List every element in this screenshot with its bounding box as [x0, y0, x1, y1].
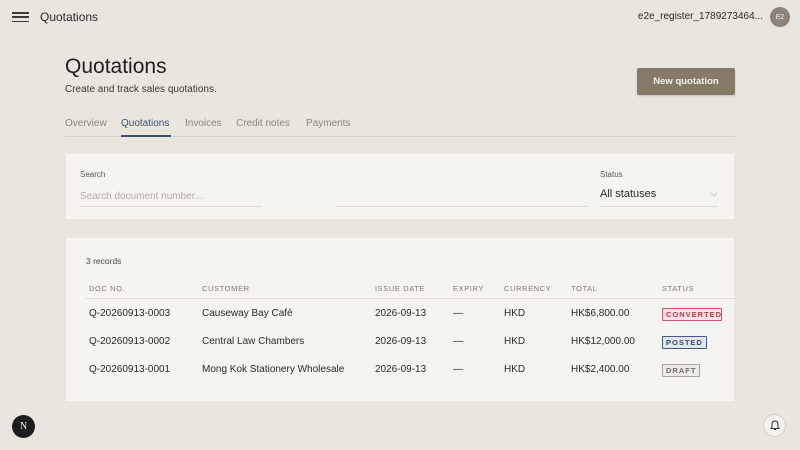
user-name[interactable]: e2e_register_1789273464... [638, 11, 763, 22]
doc-no-cell: Q-20260913-0003 [89, 308, 171, 319]
customer-cell: Central Law Chambers [202, 336, 305, 347]
currency-cell: HKD [504, 364, 526, 375]
chevron-down-icon [710, 192, 718, 197]
new-quotation-button[interactable]: New quotation [637, 68, 735, 95]
tab-quotations[interactable]: Quotations [121, 118, 169, 129]
page-title: Quotations [65, 55, 167, 78]
expiry-cell: — [453, 308, 463, 319]
currency-cell: HKD [504, 308, 526, 319]
doc-no-cell: Q-20260913-0002 [89, 336, 171, 347]
dev-tools-button[interactable]: N [12, 415, 35, 438]
status-badge: POSTED [662, 336, 707, 349]
column-header-currency[interactable]: CURRENCY [504, 284, 551, 293]
table-row[interactable]: Q-20260913-0003 Causeway Bay Café 2026-0… [66, 301, 736, 329]
status-badge: CONVERTED [662, 308, 722, 321]
currency-cell: HKD [504, 336, 526, 347]
column-header-doc-no[interactable]: DOC NO. [89, 284, 125, 293]
tab-payments[interactable]: Payments [306, 118, 350, 129]
app-title: Quotations [40, 10, 99, 24]
issue-date-cell: 2026-09-13 [375, 364, 427, 375]
bell-icon [769, 420, 780, 430]
total-cell: HK$12,000.00 [571, 336, 635, 347]
status-label: Status [600, 170, 623, 179]
status-select-value: All statuses [600, 188, 657, 200]
tab-credit-notes[interactable]: Credit notes [236, 118, 290, 129]
total-cell: HK$2,400.00 [571, 364, 630, 375]
table-row[interactable]: Q-20260913-0001 Mong Kok Stationery Whol… [66, 357, 736, 385]
expiry-cell: — [453, 364, 463, 375]
search-input[interactable] [80, 186, 262, 207]
total-cell: HK$6,800.00 [571, 308, 630, 319]
quotations-table: 3 records DOC NO. CUSTOMER ISSUE DATE EX… [65, 237, 736, 402]
tab-overview[interactable]: Overview [65, 118, 107, 129]
column-header-issue-date[interactable]: ISSUE DATE [375, 284, 425, 293]
header-divider [86, 298, 736, 299]
page-subtitle: Create and track sales quotations. [65, 84, 217, 95]
doc-no-cell: Q-20260913-0001 [89, 364, 171, 375]
customer-cell: Mong Kok Stationery Wholesale [202, 364, 345, 375]
issue-date-cell: 2026-09-13 [375, 336, 427, 347]
top-bar: Quotations e2e_register_1789273464... E2 [0, 0, 800, 34]
issue-date-cell: 2026-09-13 [375, 308, 427, 319]
avatar[interactable]: E2 [770, 7, 790, 27]
expiry-cell: — [453, 336, 463, 347]
column-header-total[interactable]: TOTAL [571, 284, 597, 293]
menu-icon[interactable] [12, 12, 29, 23]
notifications-button[interactable] [763, 414, 786, 437]
tab-bar: Overview Quotations Invoices Credit note… [65, 113, 735, 137]
filter-card: Search Status All statuses [65, 153, 735, 220]
column-header-status[interactable]: STATUS [662, 284, 694, 293]
search-label: Search [80, 170, 106, 179]
records-count: 3 records [86, 256, 122, 266]
filter-divider [336, 206, 588, 207]
table-row[interactable]: Q-20260913-0002 Central Law Chambers 202… [66, 329, 736, 357]
column-header-expiry[interactable]: EXPIRY [453, 284, 484, 293]
active-tab-indicator [121, 135, 171, 137]
status-select[interactable]: All statuses [600, 186, 718, 207]
status-badge: DRAFT [662, 364, 701, 377]
tab-invoices[interactable]: Invoices [185, 118, 222, 129]
column-header-customer[interactable]: CUSTOMER [202, 284, 250, 293]
customer-cell: Causeway Bay Café [202, 308, 293, 319]
